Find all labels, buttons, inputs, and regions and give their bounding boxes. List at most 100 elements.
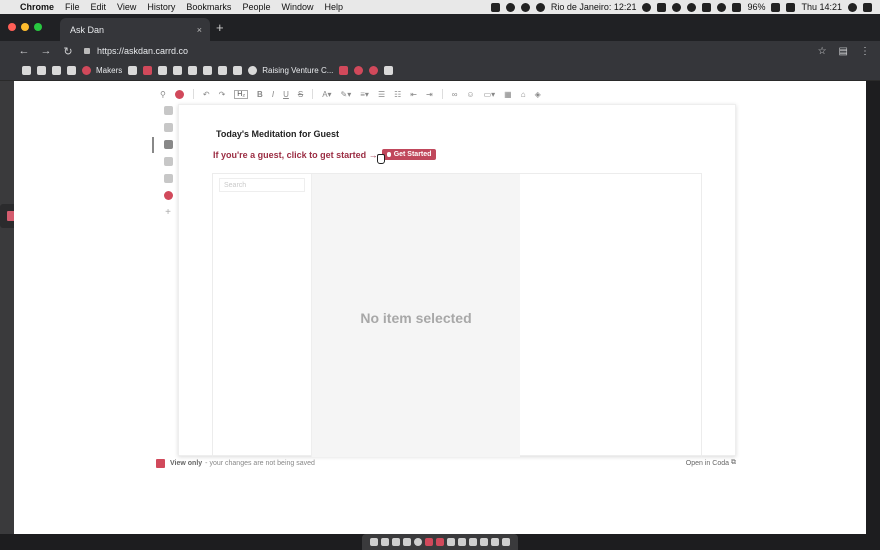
keyboard-icon[interactable] [786, 2, 796, 12]
menu-edit[interactable]: Edit [91, 2, 107, 12]
back-button[interactable]: ← [16, 45, 32, 57]
bold-icon[interactable]: B [257, 90, 263, 99]
status-icon[interactable] [520, 2, 530, 12]
dropbox-icon[interactable] [505, 2, 515, 12]
menu-window[interactable]: Window [281, 2, 313, 12]
close-tab-icon[interactable]: × [197, 25, 202, 35]
emoji-icon[interactable]: ☺ [466, 90, 474, 99]
dock-app-icon[interactable] [403, 538, 411, 546]
align-icon[interactable]: ≡▾ [360, 90, 369, 99]
comment-icon[interactable]: ▭▾ [484, 90, 496, 99]
open-in-coda-link[interactable]: Open in Coda [686, 460, 729, 467]
menu-people[interactable]: People [242, 2, 270, 12]
dock-app-icon[interactable] [436, 538, 444, 546]
bookmark-icon[interactable] [67, 66, 76, 75]
battery-percent[interactable]: 96% [747, 2, 765, 12]
highlight-icon[interactable]: ✎▾ [341, 90, 352, 99]
outdent-icon[interactable]: ⇤ [410, 90, 417, 99]
url-text[interactable]: https://askdan.carrd.co [97, 46, 188, 56]
forward-button[interactable]: → [38, 45, 54, 57]
text-color-icon[interactable]: A▾ [322, 90, 331, 99]
italic-icon[interactable]: I [272, 90, 274, 99]
info-icon[interactable] [535, 2, 545, 12]
bookmark-icon[interactable] [384, 66, 394, 75]
menu-view[interactable]: View [117, 2, 136, 12]
menu-app-chrome[interactable]: Chrome [20, 2, 54, 12]
strikethrough-icon[interactable]: S [298, 90, 303, 99]
bookmark-icon[interactable] [233, 66, 243, 75]
rail-icon[interactable] [163, 123, 173, 132]
bookmark-icon[interactable] [128, 66, 138, 75]
dock-app-icon[interactable] [414, 538, 422, 546]
notification-icon[interactable] [863, 2, 872, 12]
dock-app-icon[interactable] [425, 538, 433, 546]
extension-icon[interactable]: ▤ [839, 46, 848, 57]
bookmark-raising-venture[interactable]: Raising Venture C... [248, 66, 333, 75]
status-icon[interactable] [702, 2, 712, 12]
dock-app-icon[interactable] [392, 538, 400, 546]
status-icon[interactable] [687, 2, 697, 12]
world-clock[interactable]: Rio de Janeiro: 12:21 [551, 2, 637, 12]
bookmark-icon[interactable] [369, 66, 379, 75]
button-icon[interactable]: ⌂ [521, 90, 526, 99]
menu-history[interactable]: History [147, 2, 175, 12]
rail-icon-active[interactable] [163, 140, 173, 149]
link-icon[interactable]: ∞ [452, 90, 458, 99]
search-icon[interactable] [848, 2, 857, 12]
add-icon[interactable]: + [164, 208, 173, 218]
bookmark-icon[interactable] [52, 66, 61, 75]
close-window-button[interactable] [8, 23, 16, 31]
menu-file[interactable]: File [65, 2, 80, 12]
minimize-window-button[interactable] [21, 23, 29, 31]
heading-style-dropdown[interactable]: H₂ [234, 89, 249, 99]
status-icon[interactable] [657, 2, 667, 12]
zoom-window-button[interactable] [34, 23, 42, 31]
menubar-clock[interactable]: Thu 14:21 [801, 2, 842, 12]
gmail-icon[interactable] [22, 66, 31, 75]
bookmark-star-icon[interactable]: ☆ [818, 46, 827, 57]
bookmark-icon[interactable] [218, 66, 228, 75]
bullet-list-icon[interactable]: ☰ [378, 90, 385, 99]
dock-app-icon[interactable] [370, 538, 378, 546]
indent-icon[interactable]: ⇥ [426, 90, 433, 99]
dock-app-icon[interactable] [491, 538, 499, 546]
redo-icon[interactable]: ↷ [219, 90, 226, 99]
external-link-icon[interactable]: ⧉ [731, 459, 736, 467]
bookmark-icon[interactable] [37, 66, 46, 75]
dock-app-icon[interactable] [447, 538, 455, 546]
dock-app-icon[interactable] [381, 538, 389, 546]
table-icon[interactable]: ▦ [504, 90, 512, 99]
menu-bookmarks[interactable]: Bookmarks [186, 2, 231, 12]
undo-icon[interactable]: ↶ [203, 90, 210, 99]
underline-icon[interactable]: U [283, 90, 289, 99]
calendar-icon[interactable] [163, 174, 173, 183]
bookmark-icon[interactable] [173, 66, 183, 75]
coda-icon[interactable] [163, 191, 173, 200]
lock-icon[interactable] [84, 48, 90, 54]
address-bar[interactable]: https://askdan.carrd.co [84, 46, 188, 56]
bookmark-icon[interactable] [158, 66, 168, 75]
formula-icon[interactable]: ◈ [535, 90, 541, 99]
reload-button[interactable]: ↻ [60, 45, 76, 58]
rail-icon[interactable] [163, 106, 173, 115]
dock-app-icon[interactable] [480, 538, 488, 546]
get-started-button[interactable]: Get Started [381, 149, 437, 160]
wifi-icon[interactable] [717, 2, 727, 12]
search-input[interactable]: Search [219, 178, 305, 192]
tab-ask-dan[interactable]: Ask Dan × [60, 18, 245, 131]
numbered-list-icon[interactable]: ☷ [394, 90, 401, 99]
bookmark-makers[interactable]: Makers [82, 66, 122, 75]
bookmark-icon[interactable] [339, 66, 349, 75]
bookmark-icon[interactable] [203, 66, 213, 75]
bookmark-icon[interactable] [188, 66, 198, 75]
new-tab-button[interactable]: + [216, 20, 224, 35]
trash-icon[interactable] [502, 538, 510, 546]
volume-icon[interactable] [732, 2, 742, 12]
status-icon[interactable] [642, 2, 652, 12]
people-icon[interactable] [163, 157, 173, 166]
status-icon[interactable] [672, 2, 682, 12]
menu-kebab-icon[interactable]: ⋮ [860, 46, 870, 57]
bookmark-icon[interactable] [354, 66, 364, 75]
status-icon[interactable] [490, 2, 500, 12]
dock-app-icon[interactable] [458, 538, 466, 546]
